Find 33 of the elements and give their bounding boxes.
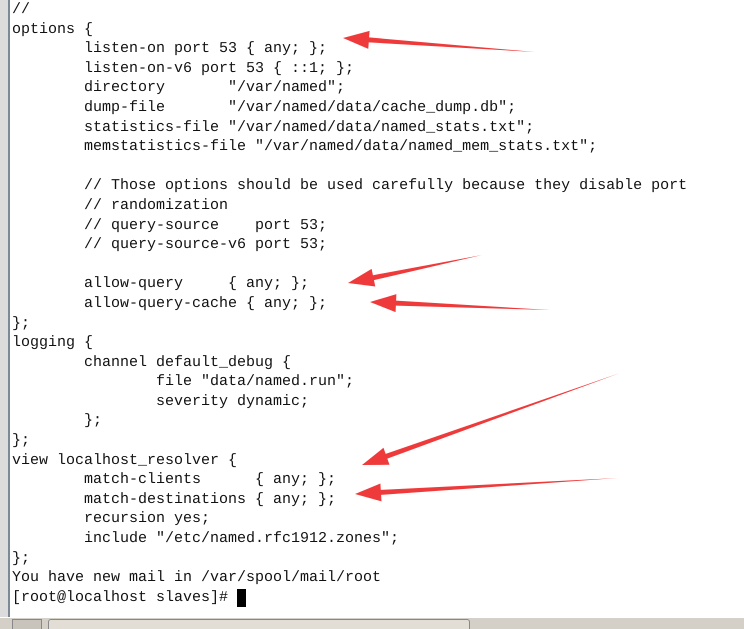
- code-line: // query-source port 53;: [83, 216, 328, 234]
- code-line: listen-on-v6 port 53 { ::1; };: [83, 60, 354, 77]
- code-line: memstatistics-file "/var/named/data/named_mem_stats.txt";: [83, 138, 598, 156]
- code-line: //: [12, 1, 30, 18]
- code-line: listen-on port 53 { any; };: [83, 40, 328, 58]
- code-line: };: [12, 550, 30, 567]
- code-line: allow-query-cache { any; };: [83, 294, 328, 312]
- code-line: file "data/named.run";: [155, 373, 354, 390]
- code-line: options {: [12, 20, 94, 38]
- code-line: statistics-file "/var/named/data/named_stats.txt";: [83, 118, 534, 136]
- code-line: };: [12, 314, 30, 332]
- code-line: // Those options should be used carefully because they disable port: [83, 177, 688, 194]
- code-line: include "/etc/named.rfc1912.zones";: [83, 530, 400, 548]
- code-line: dump-file "/var/named/data/cache_dump.db";: [83, 98, 516, 116]
- code-line: You have new mail in /var/spool/mail/root: [12, 569, 382, 586]
- code-line: };: [83, 412, 102, 430]
- taskbar-button[interactable]: [12, 619, 42, 629]
- code-line: allow-query { any; };: [83, 275, 310, 292]
- code-line: channel default_debug {: [83, 354, 292, 371]
- arrow-icon: [348, 255, 482, 286]
- taskbar-button[interactable]: [48, 619, 470, 629]
- code-line: // randomization: [83, 196, 228, 214]
- code-line: directory "/var/named";: [83, 79, 346, 96]
- shell-prompt: [root@localhost slaves]#: [12, 589, 228, 606]
- arrow-icon: [343, 30, 535, 52]
- code-line: };: [12, 432, 30, 450]
- code-line: recursion yes;: [83, 510, 210, 528]
- code-line: severity dynamic;: [155, 392, 310, 410]
- code-line: view localhost_resolver {: [12, 452, 238, 469]
- code-line: logging {: [12, 334, 94, 352]
- code-line: match-clients { any; };: [83, 471, 336, 488]
- code-line: match-destinations { any; };: [83, 490, 336, 508]
- code-line: // query-source-v6 port 53;: [83, 236, 328, 254]
